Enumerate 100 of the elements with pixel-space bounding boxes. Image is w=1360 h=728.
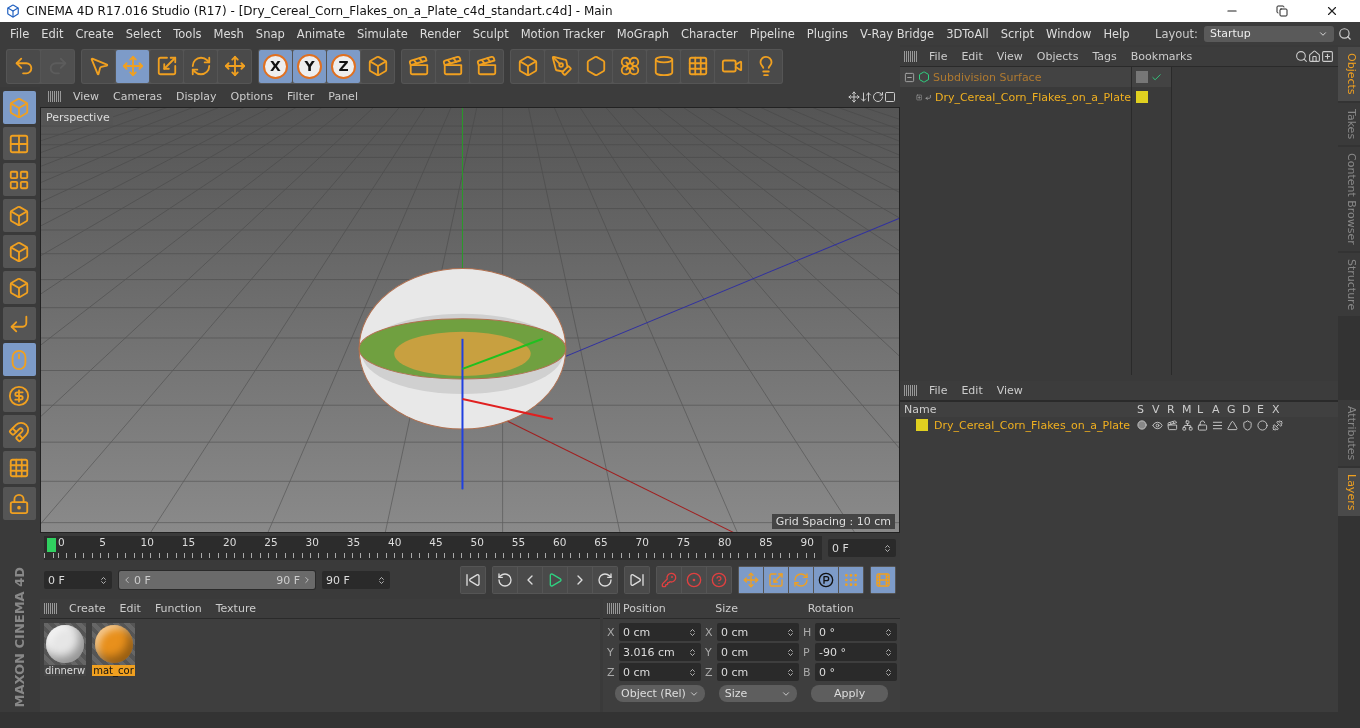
apply-button[interactable]: Apply bbox=[811, 685, 888, 702]
start-frame-field[interactable]: 0 F bbox=[44, 571, 112, 589]
menu-item[interactable]: Script bbox=[994, 26, 1041, 41]
tool-button[interactable] bbox=[436, 49, 469, 83]
playback-button[interactable] bbox=[543, 567, 567, 593]
timeline-ruler[interactable]: 0 5 10 15 20 25 30 35 40 45 50 55 60 65 70 75 80 85 90 bbox=[44, 536, 822, 560]
tool-button[interactable] bbox=[579, 49, 612, 83]
tool-button[interactable] bbox=[749, 49, 782, 83]
home-icon[interactable] bbox=[1308, 50, 1321, 63]
value-field[interactable]: 0 ° bbox=[815, 623, 897, 641]
menu-item[interactable]: Edit bbox=[112, 602, 148, 615]
layer-color-swatch[interactable] bbox=[916, 419, 928, 431]
check-icon[interactable] bbox=[1151, 71, 1162, 83]
playback-button[interactable] bbox=[493, 567, 517, 593]
menu-item[interactable]: Simulate bbox=[351, 26, 414, 41]
menu-item[interactable]: Snap bbox=[249, 26, 291, 41]
value-field[interactable]: 0 cm bbox=[717, 643, 799, 661]
tool-button[interactable] bbox=[545, 49, 578, 83]
menu-item[interactable]: File bbox=[4, 26, 36, 41]
menu-item[interactable]: Filter bbox=[280, 90, 322, 104]
expand-icon[interactable] bbox=[916, 91, 923, 103]
mode-button[interactable] bbox=[2, 271, 36, 304]
tool-button[interactable] bbox=[150, 49, 183, 83]
mode-button[interactable] bbox=[2, 307, 36, 340]
mode-button[interactable] bbox=[2, 199, 36, 232]
layer-color-swatch[interactable] bbox=[1136, 91, 1148, 103]
collapse-icon[interactable] bbox=[904, 71, 915, 83]
size-mode-dropdown[interactable]: Size bbox=[718, 685, 798, 702]
menu-item[interactable]: Sculpt bbox=[466, 26, 515, 41]
tool-button[interactable] bbox=[361, 49, 394, 83]
menu-item[interactable]: MoGraph bbox=[610, 26, 676, 41]
menu-item[interactable]: View bbox=[989, 384, 1030, 397]
menu-item[interactable]: Edit bbox=[35, 26, 70, 41]
end-frame-field[interactable]: 90 F bbox=[322, 571, 390, 589]
value-field[interactable]: 0 ° bbox=[815, 663, 897, 681]
new-view-icon[interactable] bbox=[1321, 50, 1334, 63]
menu-item[interactable]: Mesh bbox=[207, 26, 250, 41]
layout-dropdown[interactable]: Startup bbox=[1204, 25, 1334, 42]
menu-item[interactable]: Tools bbox=[167, 26, 208, 41]
mode-button[interactable] bbox=[2, 487, 36, 520]
menu-item[interactable]: Render bbox=[413, 26, 467, 41]
value-field[interactable]: 0 cm bbox=[717, 663, 799, 681]
tool-button[interactable] bbox=[613, 49, 646, 83]
tool-button[interactable] bbox=[82, 49, 115, 83]
menu-item[interactable]: Bookmarks bbox=[1123, 50, 1200, 63]
eye-icon[interactable] bbox=[1152, 419, 1163, 431]
zoom-icon[interactable] bbox=[860, 90, 872, 103]
menu-item[interactable]: View bbox=[989, 50, 1030, 63]
material-tile[interactable]: dinnerw bbox=[44, 623, 87, 676]
tool-button[interactable] bbox=[511, 49, 544, 83]
mode-button[interactable] bbox=[2, 343, 36, 376]
menu-item[interactable]: Cameras bbox=[106, 90, 169, 104]
maximize-icon[interactable] bbox=[884, 90, 896, 103]
mode-button[interactable] bbox=[2, 127, 36, 160]
tool-button[interactable] bbox=[184, 49, 217, 83]
menu-item[interactable]: Window bbox=[1040, 26, 1098, 41]
tool-button[interactable] bbox=[402, 49, 435, 83]
playback-button[interactable] bbox=[461, 567, 485, 593]
menu-item[interactable]: Plugins bbox=[800, 26, 855, 41]
menu-item[interactable]: Motion Tracker bbox=[514, 26, 611, 41]
side-tab[interactable]: Layers bbox=[1338, 468, 1360, 517]
menu-item[interactable]: Character bbox=[675, 26, 744, 41]
menu-item[interactable]: Objects bbox=[1029, 50, 1086, 63]
menu-item[interactable]: File bbox=[922, 50, 955, 63]
hierarchy-icon[interactable] bbox=[1182, 419, 1193, 431]
menu-item[interactable]: Select bbox=[119, 26, 168, 41]
mode-button[interactable] bbox=[2, 235, 36, 268]
tool-button[interactable] bbox=[116, 49, 149, 83]
menu-item[interactable]: Create bbox=[62, 602, 113, 615]
mode-button[interactable] bbox=[2, 415, 36, 448]
search-icon[interactable] bbox=[1295, 50, 1308, 63]
mode-button[interactable] bbox=[2, 163, 36, 196]
menu-item[interactable]: Display bbox=[169, 90, 224, 104]
tool-button[interactable] bbox=[7, 49, 40, 83]
value-field[interactable]: 3.016 cm bbox=[619, 643, 701, 661]
material-tile[interactable]: mat_cor bbox=[92, 623, 135, 676]
menu-item[interactable]: Edit bbox=[954, 384, 990, 397]
playback-button[interactable] bbox=[814, 567, 838, 593]
menu-item[interactable]: Tags bbox=[1085, 50, 1124, 63]
menu-item[interactable]: View bbox=[66, 90, 107, 104]
coordinate-mode-dropdown[interactable]: Object (Rel) bbox=[615, 685, 705, 702]
restore-icon[interactable] bbox=[1276, 5, 1288, 17]
value-field[interactable]: 0 cm bbox=[717, 623, 799, 641]
playback-button[interactable] bbox=[593, 567, 617, 593]
tool-button[interactable] bbox=[647, 49, 680, 83]
menu-item[interactable]: Panel bbox=[321, 90, 365, 104]
menu-item[interactable]: V-Ray Bridge bbox=[854, 26, 941, 41]
playback-button[interactable] bbox=[625, 567, 649, 593]
pan-icon[interactable] bbox=[848, 90, 860, 103]
menu-item[interactable]: Function bbox=[147, 602, 209, 615]
menu-item[interactable]: 3DToAll bbox=[940, 26, 995, 41]
mode-button[interactable] bbox=[2, 451, 36, 484]
tool-button[interactable] bbox=[470, 49, 503, 83]
side-tab[interactable]: Objects bbox=[1338, 47, 1360, 101]
menu-item[interactable]: Options bbox=[223, 90, 280, 104]
unlock-icon[interactable] bbox=[1197, 419, 1208, 431]
value-field[interactable]: -90 ° bbox=[815, 643, 897, 661]
menu-item[interactable]: Texture bbox=[208, 602, 263, 615]
clapperboard-icon[interactable] bbox=[1167, 419, 1178, 431]
menu-item[interactable]: Help bbox=[1097, 26, 1136, 41]
